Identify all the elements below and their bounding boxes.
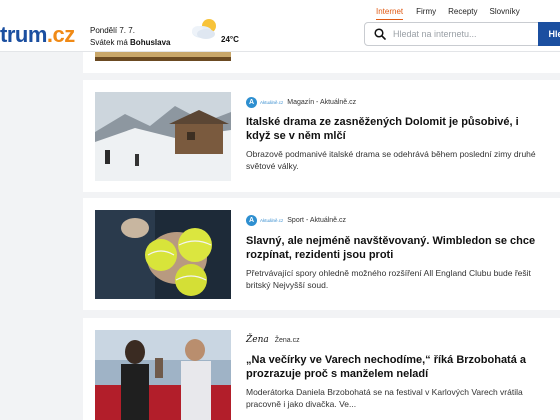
date-line: Pondělí 7. 7. bbox=[90, 26, 135, 35]
nameday-line: Svátek má Bohuslava bbox=[90, 37, 171, 49]
nav-firmy[interactable]: Firmy bbox=[410, 6, 442, 20]
site-logo[interactable]: trum.cz bbox=[0, 22, 75, 48]
site-header: trum.cz Pondělí 7. 7. Svátek má Bohuslav… bbox=[0, 0, 560, 52]
nav-slovniky[interactable]: Slovníky bbox=[484, 6, 526, 20]
source-brand: Aktuálně.cz bbox=[260, 100, 284, 105]
temperature: 24°C bbox=[221, 35, 239, 44]
nameday-prefix: Svátek má bbox=[90, 38, 128, 47]
article-card[interactable]: A Aktuálně.cz Sport - Aktuálně.cz Slavný… bbox=[83, 198, 560, 310]
search-button[interactable]: Hle bbox=[538, 22, 560, 46]
source-brand: Aktuálně.cz bbox=[260, 218, 284, 223]
nav-internet[interactable]: Internet bbox=[376, 6, 404, 20]
source-label: Žena.cz bbox=[274, 336, 300, 344]
article-card[interactable]: A Aktuálně.cz Magazín - Aktuálně.cz Ital… bbox=[83, 80, 560, 192]
logo-tld: .cz bbox=[46, 22, 75, 47]
source-label: Sport - Aktuálně.cz bbox=[287, 217, 347, 224]
source-label: Magazín - Aktuálně.cz bbox=[287, 99, 357, 106]
article-title[interactable]: Slavný, ale nejméně navštěvovaný. Wimble… bbox=[246, 234, 546, 262]
nameday-name: Bohuslava bbox=[130, 38, 171, 47]
zena-logo-icon: Žena bbox=[246, 335, 269, 345]
nav-recepty[interactable]: Recepty bbox=[442, 6, 483, 20]
article-thumbnail[interactable] bbox=[95, 210, 231, 299]
search-icon bbox=[374, 28, 386, 40]
article-perex: Moderátorka Daniela Brzobohatá se na fes… bbox=[246, 387, 523, 409]
article-title[interactable]: Italské drama ze zasněžených Dolomit je … bbox=[246, 115, 546, 143]
search-input[interactable] bbox=[393, 27, 533, 41]
logo-main: trum bbox=[0, 22, 47, 47]
search-box bbox=[364, 22, 560, 46]
article-thumbnail-partial[interactable] bbox=[95, 52, 231, 61]
article-source: A Aktuálně.cz Sport - Aktuálně.cz bbox=[246, 215, 346, 226]
article-perex: Obrazově podmanivé italské drama se odeh… bbox=[246, 149, 536, 171]
article-source: Žena Žena.cz bbox=[246, 335, 300, 345]
article-card-partial[interactable] bbox=[83, 52, 560, 73]
article-source: A Aktuálně.cz Magazín - Aktuálně.cz bbox=[246, 97, 356, 108]
aktualne-logo-icon: A bbox=[246, 97, 257, 108]
date-nameday: Pondělí 7. 7. Svátek má Bohuslava bbox=[90, 25, 171, 49]
article-title[interactable]: „Na večírky ve Varech nechodíme,“ říká B… bbox=[246, 353, 546, 381]
partly-cloudy-icon bbox=[192, 19, 216, 39]
article-card[interactable]: Žena Žena.cz „Na večírky ve Varech necho… bbox=[83, 318, 560, 420]
aktualne-logo-icon: A bbox=[246, 215, 257, 226]
article-thumbnail[interactable] bbox=[95, 92, 231, 181]
top-nav: Internet Firmy Recepty Slovníky bbox=[376, 6, 526, 20]
article-perex: Přetrvávající spory ohledně možného rozš… bbox=[246, 268, 531, 290]
article-thumbnail[interactable] bbox=[95, 330, 231, 420]
